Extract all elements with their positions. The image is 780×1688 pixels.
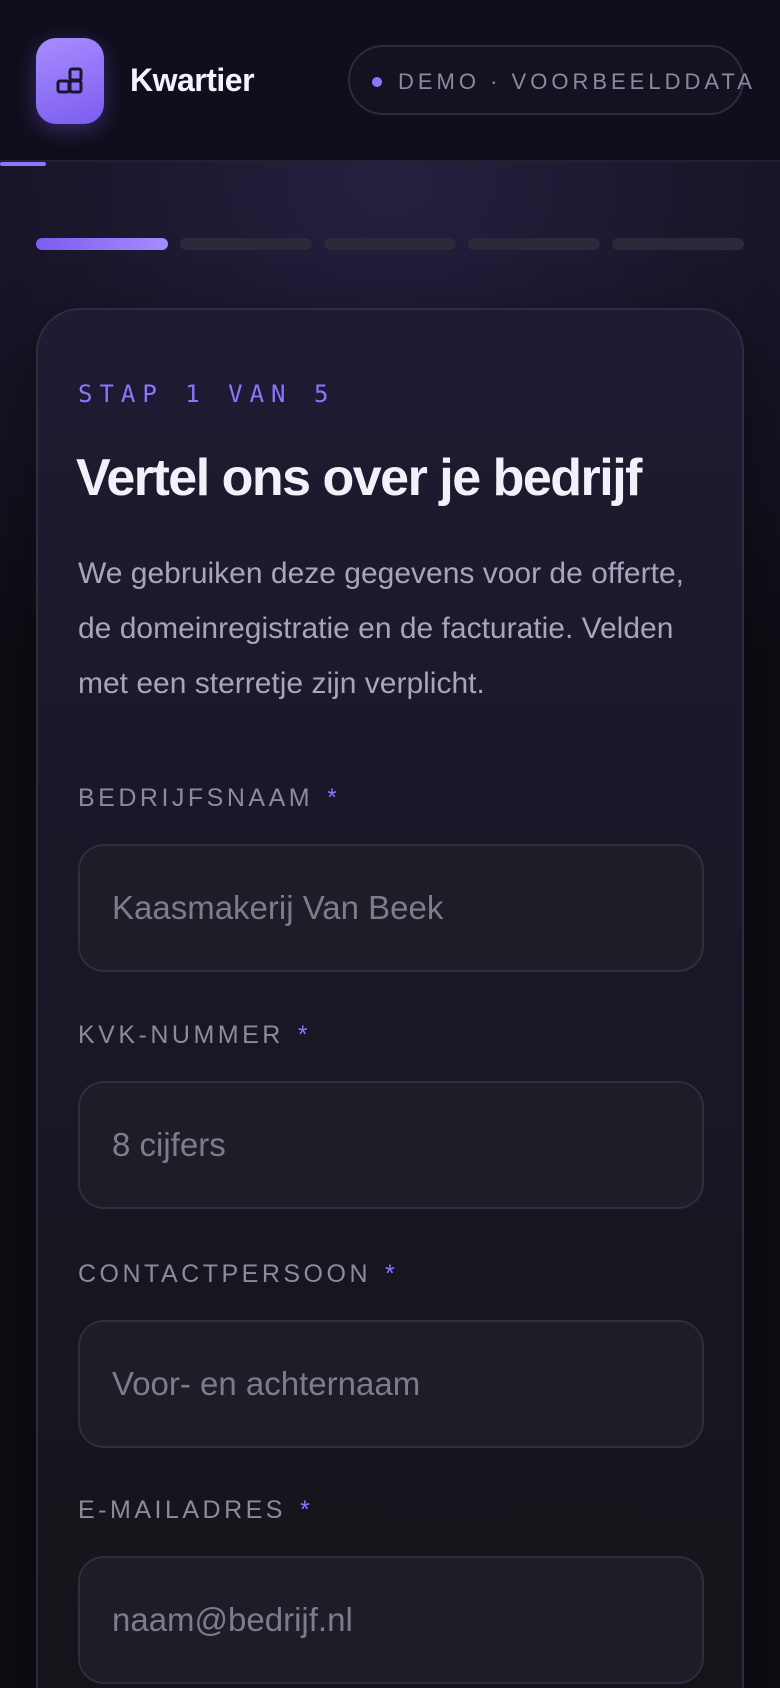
app-header: Kwartier DEMO · VOORBEELDDATA [0, 0, 780, 162]
form-title: Vertel ons over je bedrijf [76, 449, 643, 507]
step-segment-3 [324, 238, 456, 250]
status-dot-icon [372, 77, 382, 87]
required-marker: * [297, 1021, 312, 1049]
kvk-number-label-text: KVK-NUMMER [78, 1021, 284, 1049]
form-description: We gebruiken deze gegevens voor de offer… [78, 557, 684, 700]
blocks-icon [56, 67, 83, 94]
email-label-text: E-MAILADRES [78, 1496, 286, 1524]
required-marker: * [385, 1260, 399, 1288]
page-scroll-progress [0, 162, 46, 166]
step-progress [36, 238, 744, 250]
demo-badge-label: DEMO · VOORBEELDDATA [398, 69, 756, 94]
company-name-label: BEDRIJFSNAAM * [78, 784, 340, 813]
required-marker: * [299, 1496, 314, 1524]
company-name-label-text: BEDRIJFSNAAM [78, 784, 314, 812]
step-segment-2 [180, 238, 312, 250]
step-label: STAP 1 VAN 5 [78, 380, 336, 408]
contact-person-label: CONTACTPERSOON * [78, 1260, 398, 1289]
email-input[interactable] [78, 1556, 704, 1684]
step-segment-1 [36, 238, 168, 250]
email-label: E-MAILADRES * [78, 1496, 313, 1525]
kvk-number-label: KVK-NUMMER * [78, 1021, 311, 1050]
kvk-number-input[interactable] [78, 1081, 704, 1209]
step-segment-5 [612, 238, 744, 250]
required-marker: * [327, 784, 341, 812]
step-segment-4 [468, 238, 600, 250]
contact-person-input[interactable] [78, 1320, 704, 1448]
onboarding-page: Kwartier DEMO · VOORBEELDDATA STAP 1 VAN… [0, 0, 780, 1688]
brand-name: Kwartier [130, 62, 255, 98]
demo-badge: DEMO · VOORBEELDDATA [348, 45, 752, 115]
app-logo[interactable] [36, 38, 104, 124]
contact-person-label-text: CONTACTPERSOON [78, 1260, 371, 1288]
company-name-input[interactable] [78, 844, 704, 972]
company-form-card: STAP 1 VAN 5 Vertel ons over je bedrijf … [36, 308, 744, 1688]
